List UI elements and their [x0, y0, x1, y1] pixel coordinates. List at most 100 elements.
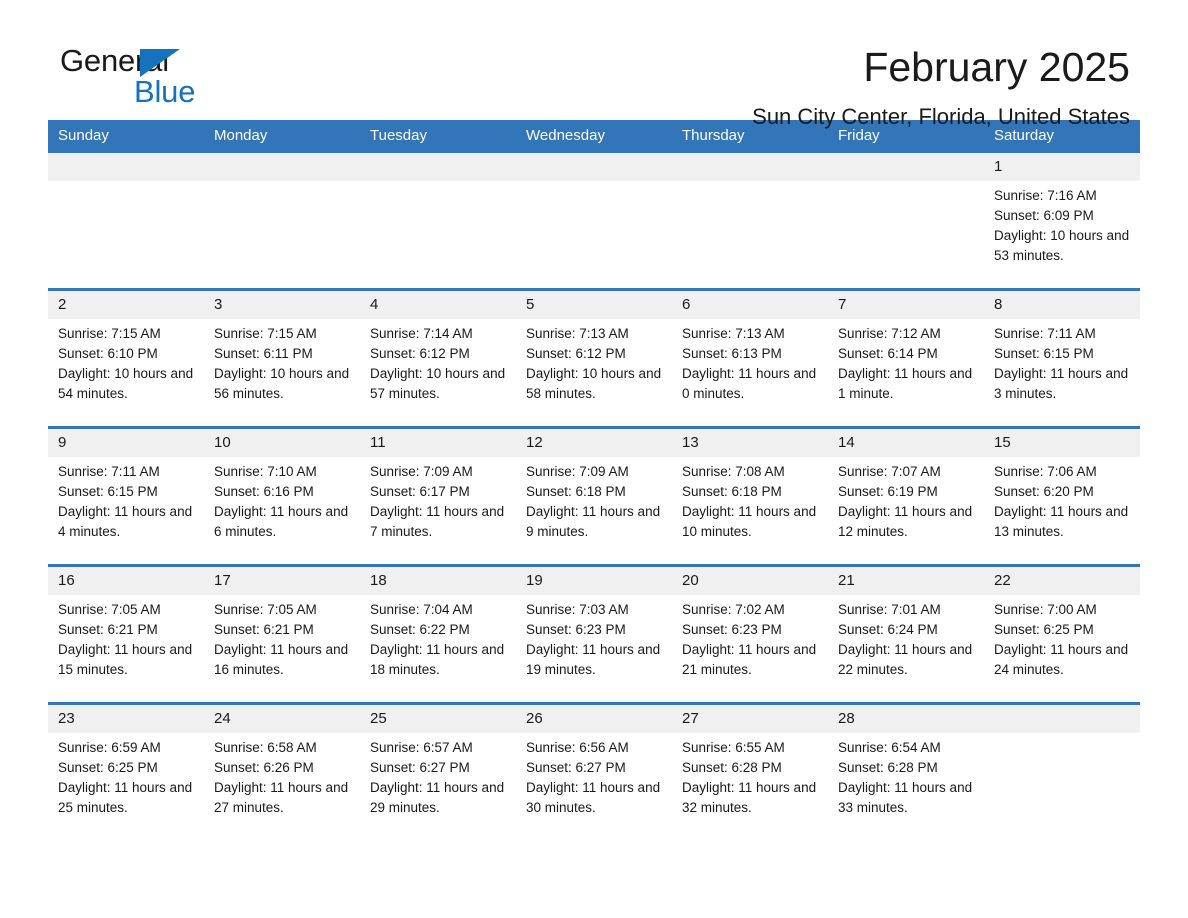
calendar-day-cell[interactable]: 9 Sunrise: 7:11 AM Sunset: 6:15 PM Daylight… — [48, 426, 204, 566]
day-number — [984, 705, 1140, 733]
calendar-day-cell[interactable]: 25 Sunrise: 6:57 AM Sunset: 6:27 PM Dayligh… — [360, 702, 516, 840]
calendar-day-cell[interactable]: 17 Sunrise: 7:05 AM Sunset: 6:21 PM Dayligh… — [204, 564, 360, 704]
sunset-text: Sunset: 6:19 PM — [838, 484, 938, 499]
sunrise-text: Sunrise: 6:54 AM — [838, 740, 941, 755]
daylight-text: Daylight: 10 hours and 58 minutes. — [526, 366, 662, 401]
calendar-day-cell[interactable]: 14 Sunrise: 7:07 AM Sunset: 6:19 PM Dayligh… — [828, 426, 984, 566]
calendar-day-cell[interactable]: 7 Sunrise: 7:12 AM Sunset: 6:14 PM Daylight… — [828, 288, 984, 428]
calendar-day-cell[interactable]: 1 Sunrise: 7:16 AM Sunset: 6:09 PM Daylight… — [984, 153, 1140, 290]
sunset-text: Sunset: 6:17 PM — [370, 484, 470, 499]
calendar-day-cell[interactable]: 3 Sunrise: 7:15 AM Sunset: 6:11 PM Daylight… — [204, 288, 360, 428]
sunset-text: Sunset: 6:23 PM — [526, 622, 626, 637]
day-details: Sunrise: 6:58 AM Sunset: 6:26 PM Daylight:… — [204, 733, 360, 818]
daylight-text: Daylight: 11 hours and 3 minutes. — [994, 366, 1129, 401]
sunset-text: Sunset: 6:28 PM — [838, 760, 938, 775]
daylight-text: Daylight: 11 hours and 6 minutes. — [214, 504, 349, 539]
day-number: 14 — [828, 429, 984, 457]
calendar-day-cell[interactable]: 6 Sunrise: 7:13 AM Sunset: 6:13 PM Daylight… — [672, 288, 828, 428]
calendar-week-row: 1 Sunrise: 7:16 AM Sunset: 6:09 PM Daylight… — [48, 153, 1140, 290]
calendar-week-row: 2 Sunrise: 7:15 AM Sunset: 6:10 PM Daylight… — [48, 288, 1140, 428]
daylight-text: Daylight: 11 hours and 4 minutes. — [58, 504, 193, 539]
logo-triangle-icon — [140, 49, 180, 77]
sunrise-text: Sunrise: 7:04 AM — [370, 602, 473, 617]
daylight-text: Daylight: 11 hours and 7 minutes. — [370, 504, 505, 539]
day-number: 1 — [984, 153, 1140, 181]
day-number — [672, 153, 828, 181]
sunrise-text: Sunrise: 7:05 AM — [58, 602, 161, 617]
general-blue-logo[interactable]: General Blue — [48, 44, 308, 124]
calendar-day-cell[interactable]: 24 Sunrise: 6:58 AM Sunset: 6:26 PM Dayligh… — [204, 702, 360, 840]
calendar-day-cell[interactable]: 15 Sunrise: 7:06 AM Sunset: 6:20 PM Dayligh… — [984, 426, 1140, 566]
calendar-day-cell[interactable]: 12 Sunrise: 7:09 AM Sunset: 6:18 PM Dayligh… — [516, 426, 672, 566]
sunrise-text: Sunrise: 7:13 AM — [682, 326, 785, 341]
day-details: Sunrise: 7:04 AM Sunset: 6:22 PM Daylight:… — [360, 595, 516, 680]
sunrise-text: Sunrise: 7:13 AM — [526, 326, 629, 341]
daylight-text: Daylight: 11 hours and 10 minutes. — [682, 504, 817, 539]
sunrise-text: Sunrise: 7:09 AM — [370, 464, 473, 479]
sunrise-text: Sunrise: 7:01 AM — [838, 602, 941, 617]
calendar-day-cell[interactable]: 8 Sunrise: 7:11 AM Sunset: 6:15 PM Daylight… — [984, 288, 1140, 428]
sunrise-text: Sunrise: 6:58 AM — [214, 740, 317, 755]
sunset-text: Sunset: 6:09 PM — [994, 208, 1094, 223]
daylight-text: Daylight: 11 hours and 27 minutes. — [214, 780, 349, 815]
calendar-day-cell[interactable]: 22 Sunrise: 7:00 AM Sunset: 6:25 PM Dayligh… — [984, 564, 1140, 704]
calendar-day-cell[interactable]: 16 Sunrise: 7:05 AM Sunset: 6:21 PM Dayligh… — [48, 564, 204, 704]
sunrise-text: Sunrise: 6:55 AM — [682, 740, 785, 755]
calendar-day-cell[interactable]: 4 Sunrise: 7:14 AM Sunset: 6:12 PM Daylight… — [360, 288, 516, 428]
sunset-text: Sunset: 6:26 PM — [214, 760, 314, 775]
day-details: Sunrise: 7:06 AM Sunset: 6:20 PM Daylight:… — [984, 457, 1140, 542]
sunset-text: Sunset: 6:27 PM — [370, 760, 470, 775]
sunset-text: Sunset: 6:21 PM — [58, 622, 158, 637]
sunset-text: Sunset: 6:13 PM — [682, 346, 782, 361]
day-details: Sunrise: 7:05 AM Sunset: 6:21 PM Daylight:… — [204, 595, 360, 680]
day-details: Sunrise: 7:10 AM Sunset: 6:16 PM Daylight:… — [204, 457, 360, 542]
calendar-day-cell[interactable]: 20 Sunrise: 7:02 AM Sunset: 6:23 PM Dayligh… — [672, 564, 828, 704]
day-number: 18 — [360, 567, 516, 595]
calendar-day-cell[interactable]: 11 Sunrise: 7:09 AM Sunset: 6:17 PM Dayligh… — [360, 426, 516, 566]
calendar-day-cell[interactable]: 18 Sunrise: 7:04 AM Sunset: 6:22 PM Dayligh… — [360, 564, 516, 704]
sunset-text: Sunset: 6:25 PM — [58, 760, 158, 775]
daylight-text: Daylight: 11 hours and 18 minutes. — [370, 642, 505, 677]
calendar-day-cell[interactable]: 5 Sunrise: 7:13 AM Sunset: 6:12 PM Daylight… — [516, 288, 672, 428]
sunrise-text: Sunrise: 7:15 AM — [214, 326, 317, 341]
calendar-day-cell[interactable]: 2 Sunrise: 7:15 AM Sunset: 6:10 PM Daylight… — [48, 288, 204, 428]
daylight-text: Daylight: 11 hours and 19 minutes. — [526, 642, 661, 677]
calendar-day-cell[interactable]: 13 Sunrise: 7:08 AM Sunset: 6:18 PM Dayligh… — [672, 426, 828, 566]
day-number: 10 — [204, 429, 360, 457]
calendar-day-cell-empty — [984, 702, 1140, 840]
calendar-day-cell[interactable]: 27 Sunrise: 6:55 AM Sunset: 6:28 PM Dayligh… — [672, 702, 828, 840]
calendar-day-cell[interactable]: 26 Sunrise: 6:56 AM Sunset: 6:27 PM Dayligh… — [516, 702, 672, 840]
sunrise-text: Sunrise: 7:06 AM — [994, 464, 1097, 479]
day-number: 27 — [672, 705, 828, 733]
day-number — [828, 153, 984, 181]
calendar-day-cell[interactable]: 19 Sunrise: 7:03 AM Sunset: 6:23 PM Dayligh… — [516, 564, 672, 704]
page-title: February 2025 — [863, 44, 1130, 90]
day-number: 22 — [984, 567, 1140, 595]
day-number: 11 — [360, 429, 516, 457]
day-number: 5 — [516, 291, 672, 319]
sunset-text: Sunset: 6:18 PM — [682, 484, 782, 499]
day-details: Sunrise: 6:57 AM Sunset: 6:27 PM Daylight:… — [360, 733, 516, 818]
calendar-week-row: 9 Sunrise: 7:11 AM Sunset: 6:15 PM Daylight… — [48, 426, 1140, 566]
day-number: 12 — [516, 429, 672, 457]
sunrise-text: Sunrise: 7:03 AM — [526, 602, 629, 617]
calendar-week-row: 16 Sunrise: 7:05 AM Sunset: 6:21 PM Dayligh… — [48, 564, 1140, 704]
weekday-header-wednesday: Wednesday — [516, 120, 672, 153]
daylight-text: Daylight: 11 hours and 9 minutes. — [526, 504, 661, 539]
day-details: Sunrise: 7:16 AM Sunset: 6:09 PM Daylight:… — [984, 181, 1140, 266]
sunrise-text: Sunrise: 7:16 AM — [994, 188, 1097, 203]
calendar-day-cell[interactable]: 28 Sunrise: 6:54 AM Sunset: 6:28 PM Dayligh… — [828, 702, 984, 840]
daylight-text: Daylight: 11 hours and 29 minutes. — [370, 780, 505, 815]
calendar-body: 1 Sunrise: 7:16 AM Sunset: 6:09 PM Daylight… — [48, 153, 1140, 840]
day-details: Sunrise: 6:55 AM Sunset: 6:28 PM Daylight:… — [672, 733, 828, 818]
day-details: Sunrise: 7:02 AM Sunset: 6:23 PM Daylight:… — [672, 595, 828, 680]
day-details: Sunrise: 7:15 AM Sunset: 6:10 PM Daylight:… — [48, 319, 204, 404]
day-details: Sunrise: 7:11 AM Sunset: 6:15 PM Daylight:… — [48, 457, 204, 542]
day-details: Sunrise: 7:07 AM Sunset: 6:19 PM Daylight:… — [828, 457, 984, 542]
calendar-day-cell[interactable]: 21 Sunrise: 7:01 AM Sunset: 6:24 PM Dayligh… — [828, 564, 984, 704]
sunrise-text: Sunrise: 7:12 AM — [838, 326, 941, 341]
calendar-day-cell[interactable]: 23 Sunrise: 6:59 AM Sunset: 6:25 PM Dayligh… — [48, 702, 204, 840]
calendar-day-cell[interactable]: 10 Sunrise: 7:10 AM Sunset: 6:16 PM Dayligh… — [204, 426, 360, 566]
calendar-day-cell-empty — [48, 153, 204, 290]
daylight-text: Daylight: 11 hours and 25 minutes. — [58, 780, 193, 815]
